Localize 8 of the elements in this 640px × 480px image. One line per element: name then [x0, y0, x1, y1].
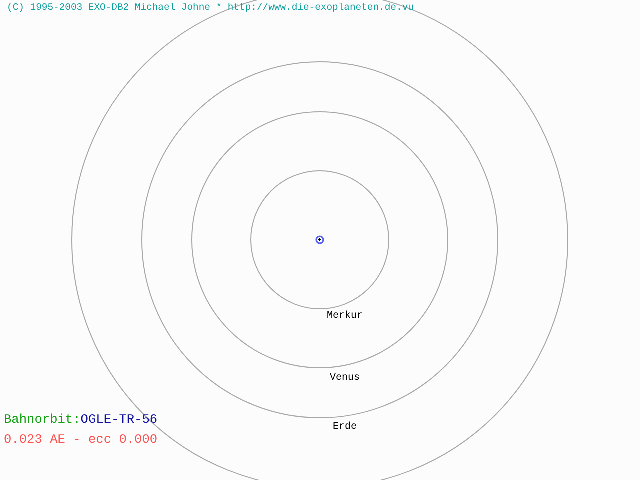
copyright-text: (C) 1995-2003 EXO-DB2 Michael Johne * http://www.die-exoplaneten.de.vu	[7, 2, 414, 13]
planet-label: Erde	[333, 422, 357, 433]
planet-label: Merkur	[327, 311, 363, 322]
planet-label: Venus	[330, 373, 360, 384]
planet-name: OGLE-TR-56	[80, 412, 158, 427]
star-with-orbit-icon	[316, 236, 324, 244]
orbit-info: 0.023 AE - ecc 0.000	[4, 432, 158, 448]
orbit-label: Bahnorbit:	[4, 412, 81, 427]
